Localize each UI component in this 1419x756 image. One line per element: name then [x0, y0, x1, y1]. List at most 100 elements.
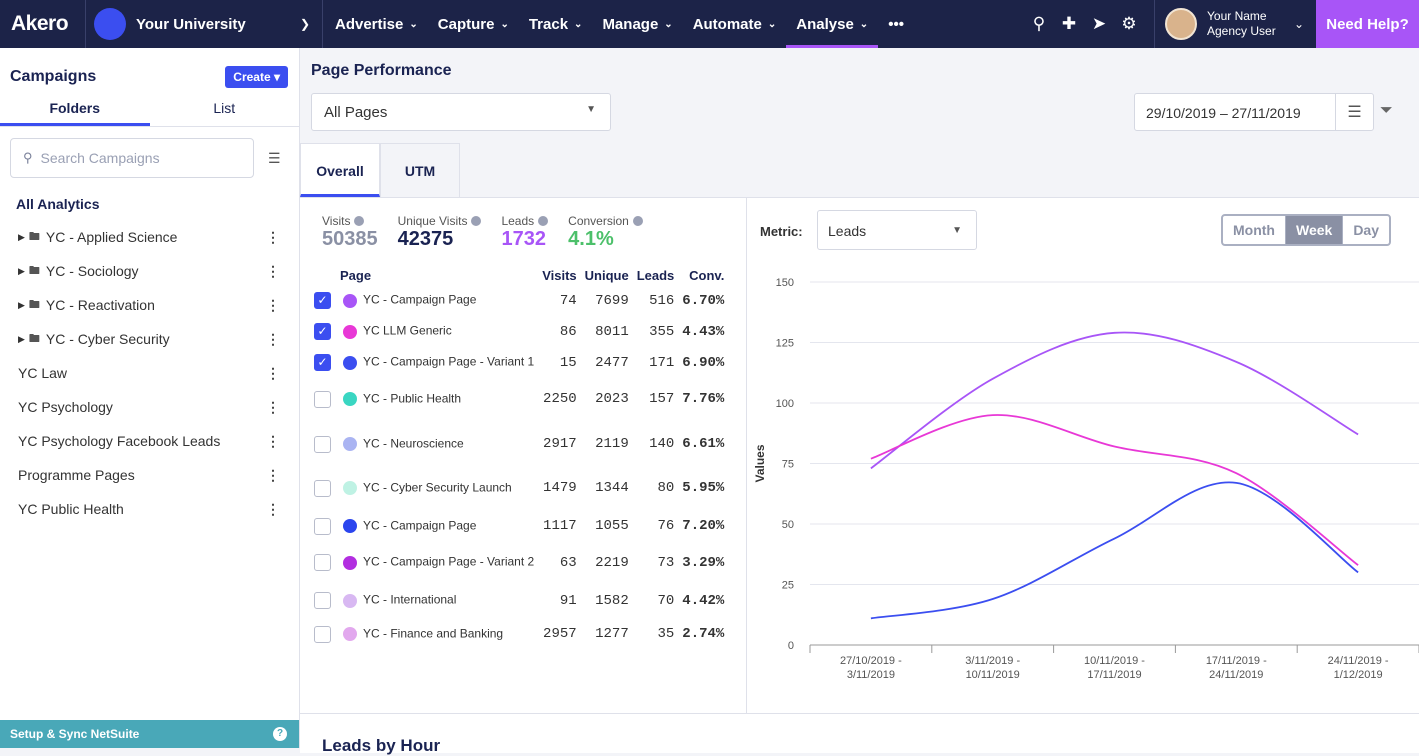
- header-visits[interactable]: Visits: [538, 265, 580, 285]
- create-button[interactable]: Create ▾: [225, 66, 288, 88]
- plus-icon[interactable]: ✚: [1054, 14, 1084, 34]
- campaigns-sidebar: Campaigns Create ▾ Folders List ⚲ Search …: [0, 48, 300, 748]
- leads-cell: 35: [657, 626, 675, 642]
- period-week[interactable]: Week: [1285, 216, 1344, 244]
- more-options-icon[interactable]: ⋮: [263, 365, 283, 382]
- unique-cell: 1344: [595, 480, 629, 496]
- sidebar-folder[interactable]: ▶ 🖿 YC - Cyber Security ⋮: [0, 322, 299, 356]
- row-checkbox[interactable]: [314, 625, 331, 643]
- sidebar-folder[interactable]: ▶ 🖿 YC - Reactivation ⋮: [0, 288, 299, 322]
- sidebar-folder[interactable]: ▶ 🖿 YC - Applied Science ⋮: [0, 220, 299, 254]
- page-name: YC - Cyber Security Launch: [363, 480, 512, 495]
- series-line[interactable]: [870, 481, 1359, 620]
- nav-advertise[interactable]: Advertise ⌄: [325, 0, 428, 48]
- search-icon[interactable]: ⚲: [1024, 14, 1054, 34]
- sidebar-item-label: YC Psychology Facebook Leads: [18, 433, 221, 449]
- page-cell: ✓ YC - Campaign Page: [310, 285, 538, 316]
- chevron-down-icon: ⌄: [500, 18, 509, 30]
- period-day[interactable]: Day: [1343, 216, 1389, 244]
- more-options-icon[interactable]: ⋮: [263, 297, 283, 314]
- series-line[interactable]: [870, 414, 1359, 566]
- tab-folders[interactable]: Folders: [0, 92, 150, 126]
- info-icon[interactable]: [538, 216, 549, 226]
- more-options-icon[interactable]: ⋮: [263, 331, 283, 348]
- conv-cell: 7.20%: [682, 518, 725, 534]
- tab-list[interactable]: List: [150, 92, 300, 126]
- row-checkbox[interactable]: [314, 435, 331, 453]
- nav-track[interactable]: Track ⌄: [519, 0, 593, 48]
- sidebar-item[interactable]: YC Public Health ⋮: [0, 492, 299, 526]
- nav-analyse[interactable]: Analyse ⌄: [786, 0, 879, 48]
- rocket-icon[interactable]: ➤: [1084, 14, 1114, 34]
- metric-select[interactable]: Leads ▼: [817, 210, 977, 250]
- date-range-picker[interactable]: 29/10/2019 – 27/11/2019 ☰: [1134, 93, 1374, 131]
- stat-block: Unique Visits 42375: [398, 214, 482, 251]
- nav-more-button[interactable]: •••: [878, 0, 914, 48]
- expand-triangle-icon[interactable]: ▶: [18, 300, 25, 311]
- stat-label-row: Unique Visits: [398, 214, 482, 228]
- page-title: Page Performance: [311, 62, 452, 79]
- series-line[interactable]: [870, 331, 1359, 470]
- menu-icon[interactable]: ☰: [1335, 94, 1373, 130]
- user-menu[interactable]: Your Name Agency User ⌄: [1154, 0, 1316, 48]
- row-checkbox[interactable]: ✓: [314, 292, 331, 309]
- more-options-icon[interactable]: ⋮: [263, 263, 283, 280]
- main-content: Page Performance All Pages ▼ 29/10/2019 –…: [300, 48, 1419, 755]
- more-options-icon[interactable]: ⋮: [263, 433, 283, 450]
- stat-block: Leads 1732: [501, 214, 549, 251]
- series-color-dot: [343, 293, 357, 308]
- table-row: YC - Finance and Banking 2957 1277 35 2.74%: [310, 620, 728, 648]
- header-unique[interactable]: Unique: [581, 265, 633, 285]
- need-help-button[interactable]: Need Help?: [1316, 0, 1419, 48]
- series-color-dot: [343, 481, 357, 495]
- akero-logo[interactable]: Akero: [0, 12, 85, 36]
- row-checkbox[interactable]: [314, 390, 331, 408]
- x-tick-label: 24/11/2019: [1209, 669, 1263, 681]
- row-checkbox[interactable]: [314, 479, 331, 497]
- search-input[interactable]: ⚲ Search Campaigns: [10, 138, 254, 178]
- period-month[interactable]: Month: [1223, 216, 1286, 244]
- sidebar-item[interactable]: YC Psychology Facebook Leads ⋮: [0, 424, 299, 458]
- expand-triangle-icon[interactable]: ▶: [18, 232, 25, 243]
- pages-table: Page Visits Unique Leads Conv. ✓ YC - Cam…: [310, 265, 728, 648]
- more-options-icon[interactable]: ⋮: [263, 501, 283, 518]
- more-options-icon[interactable]: ⋮: [263, 467, 283, 484]
- funnel-icon[interactable]: ⏷: [1380, 102, 1393, 120]
- organization-switcher[interactable]: Your University ❯: [85, 0, 323, 48]
- more-options-icon[interactable]: ⋮: [263, 399, 283, 416]
- filter-icon[interactable]: ☰: [268, 150, 281, 167]
- sidebar-item-label: YC Law: [18, 365, 68, 381]
- header-conv[interactable]: Conv.: [678, 265, 728, 285]
- tab-utm[interactable]: UTM: [380, 143, 460, 197]
- nav-capture[interactable]: Capture ⌄: [428, 0, 519, 48]
- row-checkbox[interactable]: [314, 592, 331, 609]
- nav-manage[interactable]: Manage ⌄: [592, 0, 682, 48]
- sidebar-folder[interactable]: ▶ 🖿 YC - Sociology ⋮: [0, 254, 299, 288]
- header-page[interactable]: Page: [310, 265, 538, 285]
- row-checkbox[interactable]: ✓: [314, 323, 331, 340]
- table-row: YC - Campaign Page 1117 1055 76 7.20%: [310, 508, 728, 544]
- nav-automate[interactable]: Automate ⌄: [683, 0, 787, 48]
- row-checkbox[interactable]: ✓: [314, 354, 331, 371]
- netsuite-sync-banner[interactable]: Setup & Sync NetSuite?: [0, 720, 299, 748]
- row-checkbox[interactable]: [314, 554, 331, 571]
- y-tick-label: 0: [788, 640, 794, 652]
- expand-triangle-icon[interactable]: ▶: [18, 334, 25, 345]
- gear-icon[interactable]: ⚙: [1114, 14, 1144, 34]
- tab-overall[interactable]: Overall: [300, 143, 380, 197]
- stat-label-row: Conversion: [568, 214, 643, 228]
- sidebar-item[interactable]: Programme Pages ⋮: [0, 458, 299, 492]
- expand-triangle-icon[interactable]: ▶: [18, 266, 25, 277]
- page-select[interactable]: All Pages ▼: [311, 93, 611, 131]
- series-color-dot: [343, 355, 357, 370]
- row-checkbox[interactable]: [314, 517, 331, 535]
- more-options-icon[interactable]: ⋮: [263, 229, 283, 246]
- all-analytics-link[interactable]: All Analytics: [0, 178, 299, 220]
- header-leads[interactable]: Leads: [633, 265, 679, 285]
- sidebar-item[interactable]: YC Psychology ⋮: [0, 390, 299, 424]
- info-icon[interactable]: [354, 216, 365, 226]
- info-icon[interactable]: [632, 216, 643, 226]
- help-icon[interactable]: ?: [273, 727, 287, 741]
- sidebar-item[interactable]: YC Law ⋮: [0, 356, 299, 390]
- info-icon[interactable]: [471, 216, 482, 226]
